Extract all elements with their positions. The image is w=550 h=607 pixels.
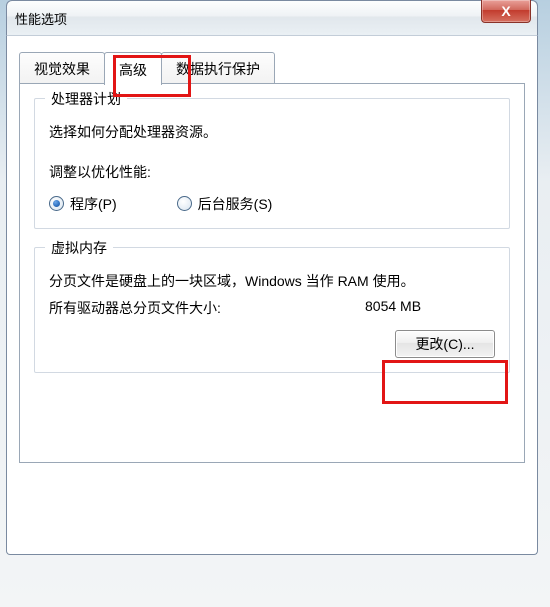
- close-button[interactable]: X: [481, 0, 531, 23]
- button-label: 更改(C)...: [415, 336, 474, 352]
- tab-advanced[interactable]: 高级: [104, 52, 162, 85]
- titlebar[interactable]: 性能选项 X: [6, 0, 538, 35]
- tab-dep[interactable]: 数据执行保护: [161, 52, 275, 84]
- group-description: 选择如何分配处理器资源。: [49, 121, 495, 143]
- close-icon: X: [501, 3, 510, 19]
- tab-strip: 视觉效果 高级 数据执行保护: [19, 50, 525, 83]
- radio-label: 后台服务(S): [198, 194, 273, 214]
- tab-panel-advanced: 处理器计划 选择如何分配处理器资源。 调整以优化性能: 程序(P) 后台服务(S…: [19, 83, 525, 463]
- tab-label: 数据执行保护: [176, 61, 260, 77]
- tab-label: 视觉效果: [34, 61, 90, 77]
- client-area: 视觉效果 高级 数据执行保护 处理器计划 选择如何分配处理器资源。 调整以优化性…: [6, 35, 538, 555]
- group-processor-scheduling: 处理器计划 选择如何分配处理器资源。 调整以优化性能: 程序(P) 后台服务(S…: [34, 98, 510, 229]
- group-description: 分页文件是硬盘上的一块区域，Windows 当作 RAM 使用。: [49, 270, 495, 292]
- tab-visual-effects[interactable]: 视觉效果: [19, 52, 105, 84]
- performance-options-dialog: 性能选项 X 视觉效果 高级 数据执行保护 处理器计划 选择如何分配处理器资源。…: [6, 0, 538, 555]
- radio-icon: [49, 196, 64, 211]
- adjust-label: 调整以优化性能:: [49, 161, 495, 183]
- radio-label: 程序(P): [70, 194, 117, 214]
- total-paging-value: 8054 MB: [365, 298, 495, 318]
- group-title: 处理器计划: [45, 89, 127, 109]
- window-title: 性能选项: [15, 9, 67, 28]
- group-virtual-memory: 虚拟内存 分页文件是硬盘上的一块区域，Windows 当作 RAM 使用。 所有…: [34, 247, 510, 373]
- radio-background-services[interactable]: 后台服务(S): [177, 194, 273, 214]
- radio-icon: [177, 196, 192, 211]
- radio-programs[interactable]: 程序(P): [49, 194, 117, 214]
- change-button[interactable]: 更改(C)...: [395, 330, 495, 358]
- tab-label: 高级: [119, 62, 147, 78]
- total-paging-label: 所有驱动器总分页文件大小:: [49, 298, 365, 318]
- group-title: 虚拟内存: [45, 238, 113, 258]
